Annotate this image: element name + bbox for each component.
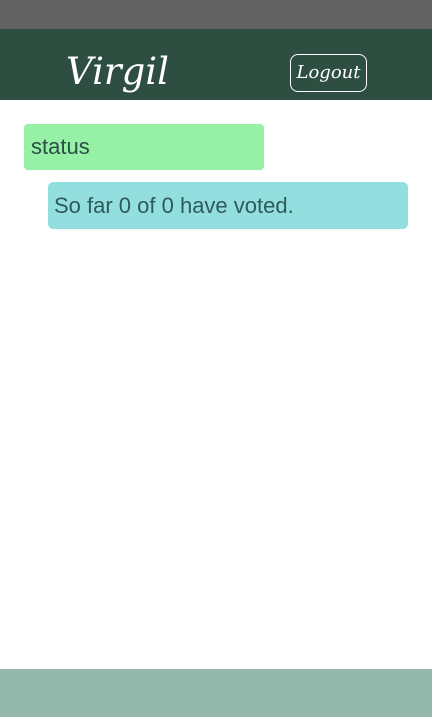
app-footer: [0, 669, 432, 717]
app-header: Virgil Logout: [0, 29, 432, 100]
system-status-bar: [0, 0, 432, 29]
status-label: status: [24, 124, 264, 170]
status-message: So far 0 of 0 have voted.: [48, 182, 408, 229]
app-title: Virgil: [66, 50, 169, 93]
logout-button[interactable]: Logout: [290, 54, 367, 92]
